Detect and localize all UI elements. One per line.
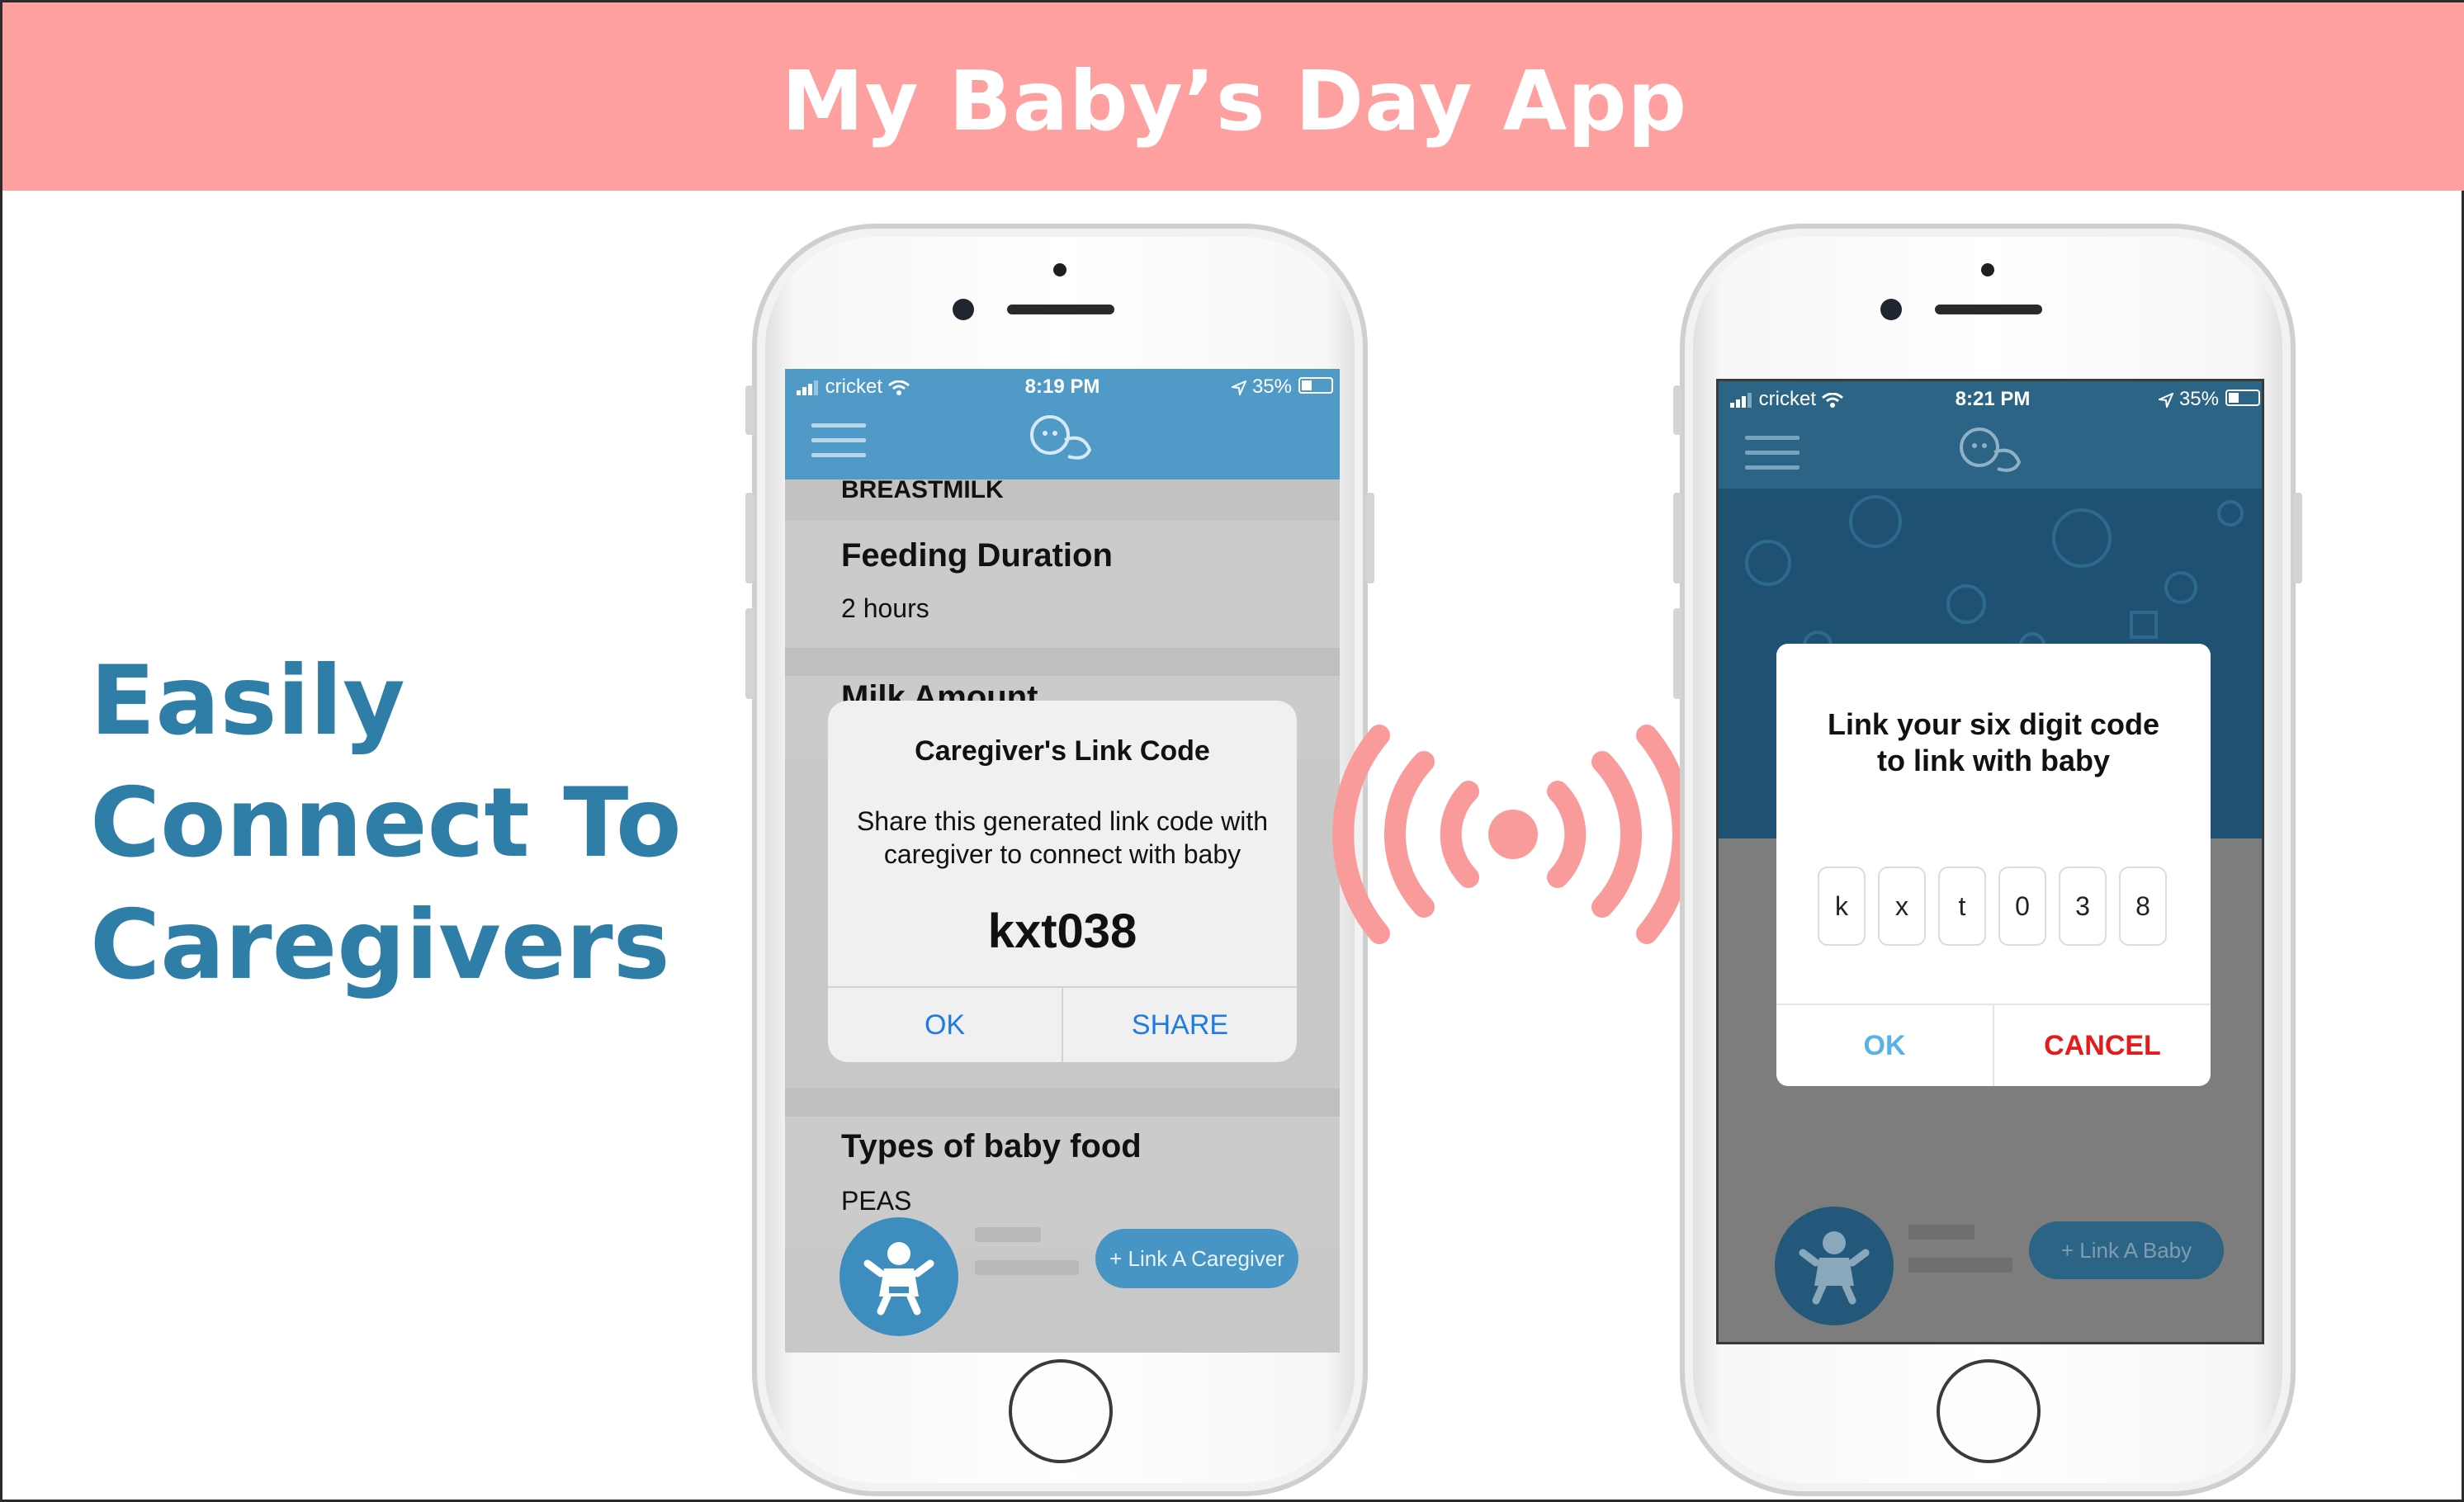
feeding-duration-value: 2 hours: [841, 593, 929, 623]
volume-down-button: [745, 608, 754, 699]
battery-icon: [1298, 377, 1333, 394]
battery-label: 35%: [1229, 376, 1292, 399]
mute-switch: [1673, 385, 1681, 435]
mute-switch: [745, 385, 754, 435]
phone-right: cricket 8:21 PM 35% + Link A Baby Link y…: [1673, 224, 2302, 1496]
section-divider: [785, 648, 1340, 676]
front-camera: [953, 299, 974, 320]
power-button: [1366, 493, 1374, 583]
section-feeding-type: BREASTMILK: [785, 476, 1340, 521]
screen-right: cricket 8:21 PM 35% + Link A Baby Link y…: [1716, 379, 2264, 1344]
location-arrow-icon: [1229, 379, 1248, 398]
code-digit-1[interactable]: k: [1818, 867, 1866, 946]
header-banner: My Baby’s Day App: [2, 2, 2464, 191]
baby-avatar[interactable]: [839, 1217, 958, 1336]
battery-icon: [2225, 390, 2260, 406]
tagline-line-1: Easily: [90, 645, 405, 757]
volume-up-button: [745, 493, 754, 583]
proximity-sensor: [1981, 263, 1994, 276]
earpiece-speaker: [1007, 305, 1114, 314]
battery-label: 35%: [2156, 388, 2219, 411]
baby-avatar-icon: [863, 1242, 934, 1315]
link-caregiver-button[interactable]: + Link A Caregiver: [1095, 1229, 1298, 1288]
link-code-dialog: Caregiver's Link Code Share this generat…: [828, 701, 1297, 1062]
code-input-row: k x t 0 3 8: [1818, 867, 2169, 949]
ok-button[interactable]: OK: [828, 988, 1062, 1062]
screen-left: cricket 8:19 PM 35% BREASTMILK Feeding D…: [785, 369, 1340, 1353]
name-placeholder: [975, 1227, 1041, 1242]
tagline-line-2: Connect To: [90, 768, 682, 879]
phone-left: cricket 8:19 PM 35% BREASTMILK Feeding D…: [745, 224, 1374, 1496]
tagline-line-3: Caregivers: [90, 890, 670, 1001]
baby-logo-icon: [1960, 427, 2022, 472]
baby-avatar-icon: [1799, 1231, 1870, 1305]
detail-placeholder: [1908, 1258, 2012, 1273]
section-feeding-duration: Feeding Duration 2 hours: [785, 521, 1340, 648]
banner-title: My Baby’s Day App: [781, 53, 1688, 149]
volume-up-button: [1673, 493, 1681, 583]
baby-food-label: Types of baby food: [841, 1128, 1142, 1164]
location-arrow-icon: [2156, 391, 2175, 410]
front-camera: [1880, 299, 1902, 320]
power-button: [2294, 493, 2302, 583]
code-digit-4[interactable]: 0: [1998, 867, 2046, 946]
ok-button[interactable]: OK: [1776, 1005, 1993, 1086]
link-code: kxt038: [987, 905, 1137, 958]
app-header: cricket 8:21 PM 35%: [1719, 381, 2262, 489]
dialog-title: Caregiver's Link Code: [915, 735, 1210, 767]
menu-icon[interactable]: [811, 423, 866, 458]
feeding-duration-label: Feeding Duration: [841, 537, 1113, 574]
cancel-button[interactable]: CANCEL: [1994, 1005, 2211, 1086]
feeding-type-value: BREASTMILK: [841, 476, 1004, 503]
menu-icon[interactable]: [1745, 436, 1800, 470]
section-divider: [785, 1089, 1340, 1117]
code-digit-6[interactable]: 8: [2119, 867, 2167, 946]
share-button[interactable]: SHARE: [1063, 988, 1297, 1062]
code-digit-3[interactable]: t: [1938, 867, 1986, 946]
status-bar: cricket 8:19 PM 35%: [785, 369, 1340, 402]
link-baby-dialog: Link your six digit code to link with ba…: [1776, 644, 2211, 1086]
baby-food-value: PEAS: [841, 1186, 912, 1216]
proximity-sensor: [1053, 263, 1066, 276]
status-bar: cricket 8:21 PM 35%: [1719, 381, 2262, 414]
app-header: cricket 8:19 PM 35%: [785, 369, 1340, 479]
home-button[interactable]: [1009, 1359, 1113, 1463]
code-digit-5[interactable]: 3: [2059, 867, 2107, 946]
baby-avatar[interactable]: [1775, 1207, 1894, 1325]
home-button[interactable]: [1937, 1359, 2041, 1463]
code-digit-2[interactable]: x: [1878, 867, 1926, 946]
slide-frame: My Baby’s Day App Easily Connect To Care…: [0, 0, 2464, 1502]
earpiece-speaker: [1935, 305, 2042, 314]
broadcast-signal-icon: [1332, 725, 1694, 944]
dialog-message: Link your six digit code to link with ba…: [1827, 707, 2160, 777]
battery-percent: 35%: [1251, 376, 1292, 398]
name-placeholder: [1908, 1225, 1975, 1240]
detail-placeholder: [975, 1260, 1079, 1275]
volume-down-button: [1673, 608, 1681, 699]
baby-logo-icon: [1030, 415, 1092, 460]
dialog-message: Share this generated link code with care…: [856, 806, 1269, 869]
link-baby-button[interactable]: + Link A Baby: [2029, 1221, 2224, 1279]
battery-percent: 35%: [2178, 388, 2219, 410]
